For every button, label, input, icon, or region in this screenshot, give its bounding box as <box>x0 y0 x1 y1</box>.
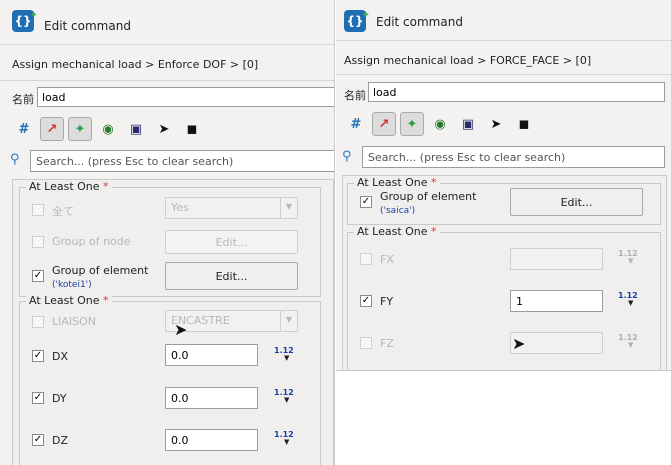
fx-input[interactable] <box>510 248 603 270</box>
checkbox-fx[interactable] <box>360 253 372 265</box>
divider <box>0 44 334 45</box>
hash-icon[interactable]: # <box>344 112 368 136</box>
name-field[interactable] <box>37 87 334 107</box>
search-input[interactable] <box>30 150 334 172</box>
version-dropdown[interactable]: 1.12 ▼ <box>618 333 638 349</box>
at-least-one-group: At Least One * LIAISON ENCASTRE▼ ✓ DX 1.… <box>19 294 321 465</box>
fy-input[interactable] <box>510 290 603 312</box>
breadcrumb: Assign mechanical load > FORCE_FACE > [0… <box>344 54 592 67</box>
pointer-help-icon[interactable]: ➤ <box>484 112 508 136</box>
version-dropdown[interactable]: 1.12 ▼ <box>618 249 638 265</box>
group-of-element-value: ('kotei1') <box>52 280 92 290</box>
mouse-cursor-icon: ➤ <box>174 320 188 339</box>
row-label-dy: DY <box>52 392 67 405</box>
hash-icon[interactable]: # <box>12 117 36 141</box>
command-doc-icon[interactable]: ◼ <box>180 117 204 141</box>
version-dropdown[interactable]: 1.12 ▼ <box>274 388 294 404</box>
group-title: At Least One * <box>354 225 440 238</box>
search-icon: ⚲ <box>10 152 20 167</box>
row-label-fy: FY <box>380 295 394 308</box>
at-least-one-group: At Least One * ✓ Group of element ('saic… <box>347 176 661 225</box>
graphics-icon[interactable]: ✦ <box>400 112 424 136</box>
row-label-fz: FZ <box>380 337 394 350</box>
checkbox-liaison[interactable] <box>32 316 44 328</box>
local-axes-icon[interactable]: ↗ <box>40 117 64 141</box>
right-edit-command-panel: {} ✦ Edit command Assign mechanical load … <box>336 0 671 371</box>
toolbar: # ↗ ✦ ◉ ▣ ➤ ◼ <box>12 117 204 141</box>
divider <box>0 80 334 81</box>
dy-input[interactable] <box>165 387 258 409</box>
mouse-cursor-icon: ➤ <box>512 334 526 353</box>
parameters-area[interactable]: At Least One * ✓ Group of element ('saic… <box>342 175 667 370</box>
version-dropdown[interactable]: 1.12 ▼ <box>618 291 638 307</box>
group-title: At Least One * <box>26 180 112 193</box>
search-icon: ⚲ <box>342 149 352 164</box>
name-label: 名前 <box>344 89 366 102</box>
name-field[interactable] <box>368 82 665 102</box>
divider <box>336 74 671 75</box>
window-title: Edit command <box>376 15 463 29</box>
app-icon: {} ✦ <box>344 10 370 32</box>
pointer-help-icon[interactable]: ➤ <box>152 117 176 141</box>
row-label-fx: FX <box>380 253 394 266</box>
row-label-dz: DZ <box>52 434 69 447</box>
app-icon: {} ✦ <box>12 10 38 32</box>
checkbox-all[interactable] <box>32 204 44 216</box>
edit-group-of-element-button[interactable]: Edit... <box>165 262 298 290</box>
row-label-group-of-element: Group of element <box>380 190 477 203</box>
group-title: At Least One * <box>354 176 440 189</box>
name-label: 名前 <box>12 93 34 106</box>
eye-icon[interactable]: ◉ <box>428 112 452 136</box>
group-title: At Least One * <box>26 294 112 307</box>
dz-input[interactable] <box>165 429 258 451</box>
row-label-dx: DX <box>52 350 69 363</box>
mesh-view-icon[interactable]: ▣ <box>124 117 148 141</box>
title-bar: {} ✦ Edit command <box>0 0 334 40</box>
divider <box>336 40 671 41</box>
search-input[interactable] <box>362 146 665 168</box>
row-label-all: 全て <box>52 205 74 218</box>
breadcrumb: Assign mechanical load > Enforce DOF > [… <box>12 58 259 71</box>
row-label-group-of-node: Group of node <box>52 235 131 248</box>
local-axes-icon[interactable]: ↗ <box>372 112 396 136</box>
edit-group-of-node-button[interactable]: Edit... <box>165 230 298 254</box>
command-doc-icon[interactable]: ◼ <box>512 112 536 136</box>
checkbox-fz[interactable] <box>360 337 372 349</box>
toolbar: # ↗ ✦ ◉ ▣ ➤ ◼ <box>344 112 536 136</box>
at-least-one-group: At Least One * 全て Yes ▼ Group of node Edi… <box>19 180 321 297</box>
dx-input[interactable] <box>165 344 258 366</box>
checkbox-group-of-node[interactable] <box>32 236 44 248</box>
checkbox-group-of-element[interactable]: ✓ <box>32 270 44 282</box>
left-edit-command-panel: {} ✦ Edit command Assign mechanical load … <box>0 0 335 465</box>
chevron-down-icon: ▼ <box>280 198 297 218</box>
version-dropdown[interactable]: 1.12 ▼ <box>274 346 294 362</box>
checkbox-fy[interactable]: ✓ <box>360 295 372 307</box>
edit-group-of-element-button[interactable]: Edit... <box>510 188 643 216</box>
chevron-down-icon: ▼ <box>280 311 297 331</box>
group-of-element-value: ('saica') <box>380 206 416 216</box>
checkbox-dy[interactable]: ✓ <box>32 392 44 404</box>
eye-icon[interactable]: ◉ <box>96 117 120 141</box>
at-least-one-group: At Least One * FX 1.12▼ ✓ FY 1.12▼ FZ 1.… <box>347 225 661 370</box>
checkbox-dx[interactable]: ✓ <box>32 350 44 362</box>
yes-select[interactable]: Yes ▼ <box>165 197 298 219</box>
mesh-view-icon[interactable]: ▣ <box>456 112 480 136</box>
version-dropdown[interactable]: 1.12 ▼ <box>274 430 294 446</box>
title-bar: {} ✦ Edit command <box>336 0 671 40</box>
graphics-icon[interactable]: ✦ <box>68 117 92 141</box>
checkbox-group-of-element[interactable]: ✓ <box>360 196 372 208</box>
row-label-group-of-element: Group of element <box>52 264 149 277</box>
row-label-liaison: LIAISON <box>52 315 97 328</box>
parameters-area[interactable]: At Least One * 全て Yes ▼ Group of node Edi… <box>12 179 334 465</box>
window-title: Edit command <box>44 19 131 33</box>
checkbox-dz[interactable]: ✓ <box>32 434 44 446</box>
